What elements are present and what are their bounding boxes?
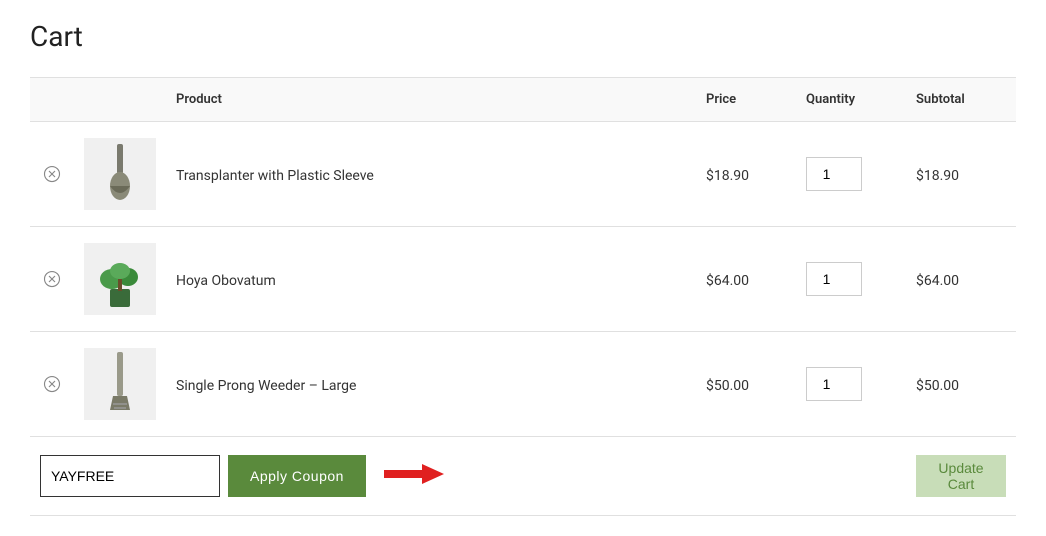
update-cart-button[interactable]: Update Cart bbox=[916, 455, 1006, 497]
product-name-0: Transplanter with Plastic Sleeve bbox=[176, 168, 374, 184]
coupon-input[interactable] bbox=[40, 455, 220, 497]
remove-cell-0 bbox=[30, 122, 74, 227]
page-title: Cart bbox=[30, 20, 1016, 53]
product-image-cell-1 bbox=[74, 227, 166, 332]
quantity-cell-1 bbox=[796, 227, 906, 332]
apply-coupon-button[interactable]: Apply Coupon bbox=[228, 455, 366, 497]
subtotal-value-1: $64.00 bbox=[916, 273, 959, 289]
remove-button-2[interactable] bbox=[40, 372, 64, 396]
table-row: Transplanter with Plastic Sleeve $18.90 … bbox=[30, 122, 1016, 227]
subtotal-value-2: $50.00 bbox=[916, 378, 959, 394]
table-row: Single Prong Weeder – Large $50.00 $50.0… bbox=[30, 332, 1016, 437]
quantity-input-0[interactable] bbox=[806, 157, 862, 191]
quantity-cell-0 bbox=[796, 122, 906, 227]
product-image-cell-0 bbox=[74, 122, 166, 227]
quantity-cell-2 bbox=[796, 332, 906, 437]
quantity-input-1[interactable] bbox=[806, 262, 862, 296]
price-cell-0: $18.90 bbox=[696, 122, 796, 227]
price-cell-2: $50.00 bbox=[696, 332, 796, 437]
table-header-row: Product Price Quantity Subtotal bbox=[30, 78, 1016, 122]
subtotal-cell-1: $64.00 bbox=[906, 227, 1016, 332]
table-row: Hoya Obovatum $64.00 $64.00 bbox=[30, 227, 1016, 332]
product-name-cell-0: Transplanter with Plastic Sleeve bbox=[166, 122, 696, 227]
col-header-price: Price bbox=[696, 78, 796, 122]
product-image-cell-2 bbox=[74, 332, 166, 437]
cart-table: Product Price Quantity Subtotal bbox=[30, 77, 1016, 516]
price-value-0: $18.90 bbox=[706, 168, 749, 184]
product-image-0 bbox=[84, 138, 156, 210]
product-image-2 bbox=[84, 348, 156, 420]
price-value-1: $64.00 bbox=[706, 273, 749, 289]
price-value-2: $50.00 bbox=[706, 378, 749, 394]
col-header-quantity: Quantity bbox=[796, 78, 906, 122]
product-name-cell-1: Hoya Obovatum bbox=[166, 227, 696, 332]
subtotal-value-0: $18.90 bbox=[916, 168, 959, 184]
remove-button-1[interactable] bbox=[40, 267, 64, 291]
quantity-input-2[interactable] bbox=[806, 367, 862, 401]
col-header-image bbox=[74, 78, 166, 122]
subtotal-cell-0: $18.90 bbox=[906, 122, 1016, 227]
subtotal-cell-2: $50.00 bbox=[906, 332, 1016, 437]
price-cell-1: $64.00 bbox=[696, 227, 796, 332]
col-header-subtotal: Subtotal bbox=[906, 78, 1016, 122]
col-header-remove bbox=[30, 78, 74, 122]
product-name-2: Single Prong Weeder – Large bbox=[176, 378, 356, 394]
remove-button-0[interactable] bbox=[40, 162, 64, 186]
col-header-product: Product bbox=[166, 78, 696, 122]
remove-cell-2 bbox=[30, 332, 74, 437]
arrow-indicator bbox=[384, 460, 444, 492]
remove-cell-1 bbox=[30, 227, 74, 332]
product-image-1 bbox=[84, 243, 156, 315]
coupon-section: Apply Coupon bbox=[40, 455, 686, 497]
product-name-1: Hoya Obovatum bbox=[176, 273, 276, 289]
product-name-cell-2: Single Prong Weeder – Large bbox=[166, 332, 696, 437]
